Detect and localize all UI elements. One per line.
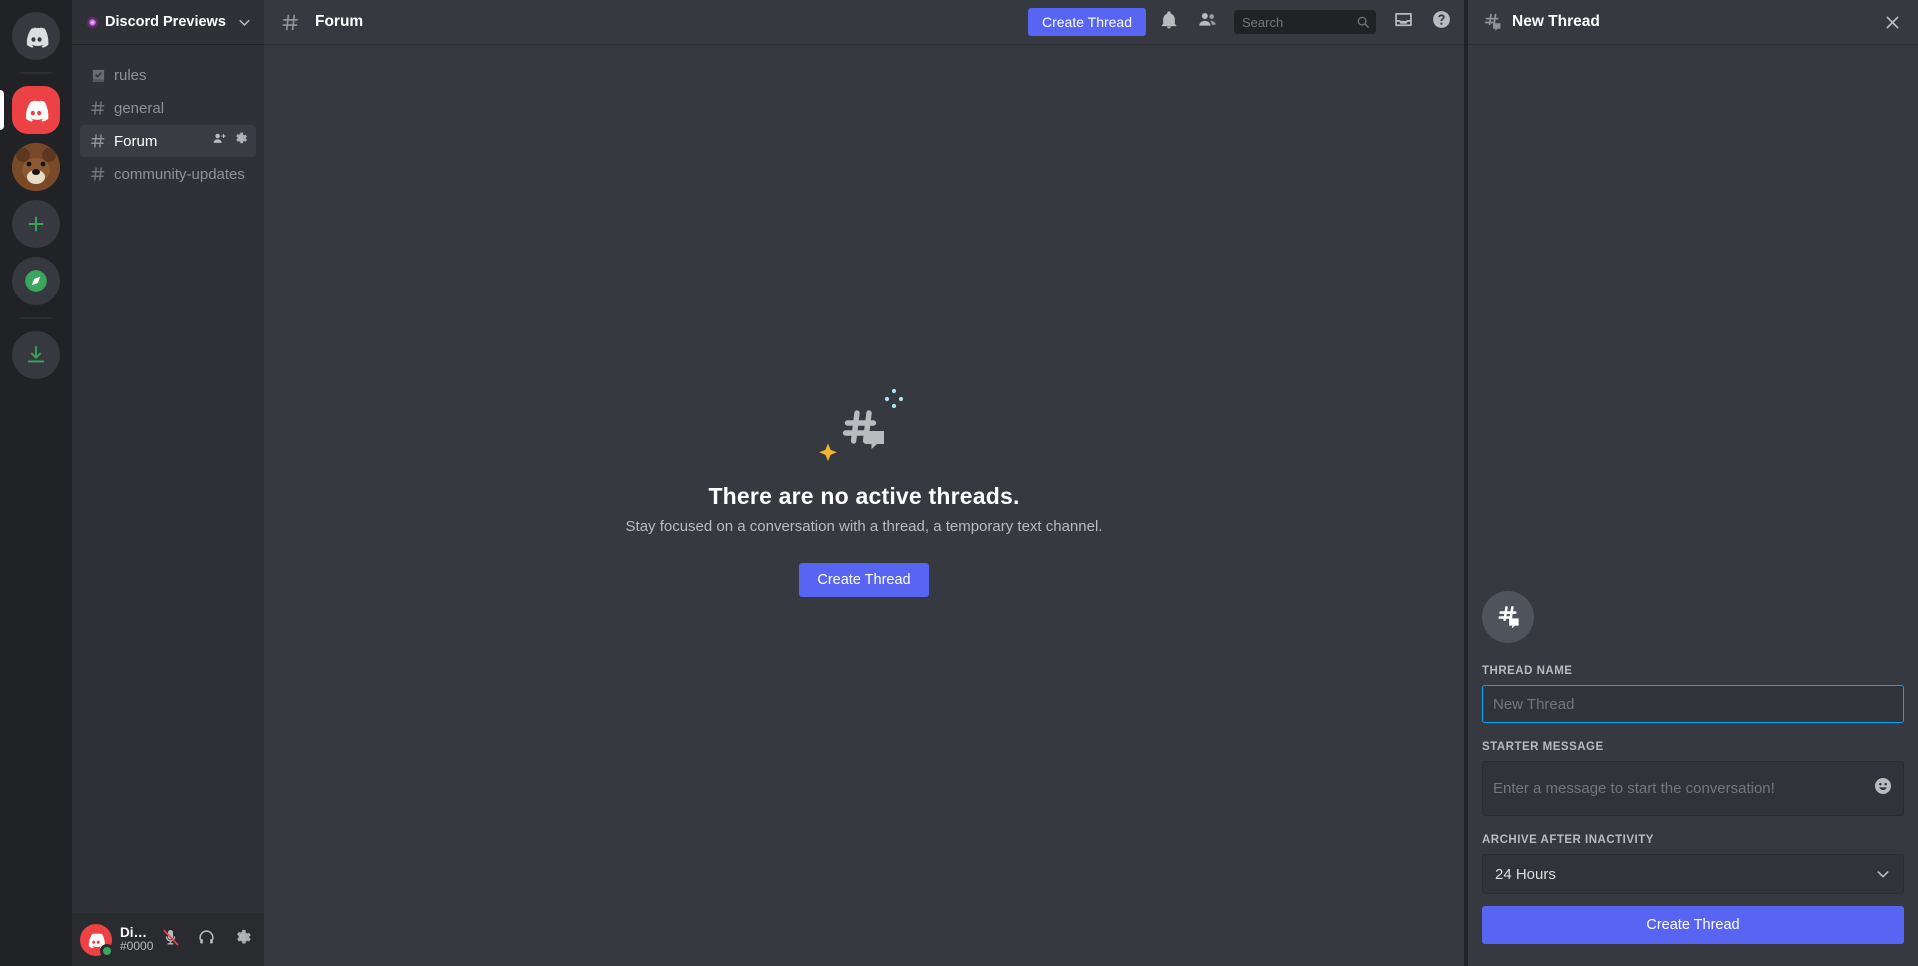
page-title: Forum — [315, 13, 364, 30]
members-icon — [1197, 9, 1218, 35]
sidebar-item-label: community-updates — [114, 165, 245, 183]
notification-settings-button[interactable] — [1154, 7, 1184, 37]
sidebar-item-general[interactable]: general — [80, 92, 256, 124]
rail-item-download-apps[interactable] — [0, 331, 72, 379]
archive-duration-value: 24 Hours — [1495, 865, 1556, 883]
sidebar-item-label: rules — [114, 66, 147, 84]
hash-icon — [88, 99, 108, 117]
rail-item-explore-servers[interactable] — [0, 257, 72, 305]
forum-thread-icon — [842, 410, 884, 449]
channel-topbar: Forum Create Thread Search — [264, 0, 1464, 44]
thread-name-label: THREAD NAME — [1482, 665, 1573, 677]
panel-create-thread-button[interactable]: Create Thread — [1482, 906, 1904, 944]
rail-item-add-server[interactable] — [0, 200, 72, 248]
thread-browser-content: There are no active threads. Stay focuse… — [264, 44, 1464, 966]
thread-name-input[interactable] — [1482, 685, 1904, 723]
server-header[interactable]: Discord Previews — [72, 0, 264, 44]
create-thread-button[interactable]: Create Thread — [1027, 8, 1146, 36]
server-name: Discord Previews — [105, 14, 226, 30]
rail-item-server-discord-previews[interactable] — [0, 86, 72, 134]
compass-icon — [12, 257, 60, 305]
plus-icon — [12, 200, 60, 248]
headphones-icon — [197, 928, 216, 952]
new-thread-panel: New Thread THREAD NAME STARTER MESSAGE E… — [1468, 0, 1918, 966]
mute-microphone-button[interactable] — [156, 926, 184, 954]
channel-sidebar: Discord Previews rules general Forum com… — [72, 0, 264, 966]
forum-thread-icon — [1482, 12, 1503, 33]
sidebar-item-community-updates[interactable]: community-updates — [80, 158, 256, 190]
new-thread-form: THREAD NAME STARTER MESSAGE Enter a mess… — [1468, 44, 1918, 966]
user-discriminator: #0000 — [120, 939, 154, 954]
channel-list: rules general Forum community-updates — [72, 44, 264, 913]
server-boost-icon — [86, 16, 99, 29]
main-content: Forum Create Thread Search There are no … — [264, 0, 1464, 966]
channel-hover-actions — [212, 131, 248, 151]
download-icon — [12, 331, 60, 379]
active-server-indicator — [0, 90, 4, 130]
close-icon[interactable] — [1883, 13, 1902, 32]
empty-state-create-thread-button[interactable]: Create Thread — [799, 563, 929, 597]
discord-app: Discord Previews rules general Forum com… — [0, 0, 1918, 966]
sidebar-item-label: Forum — [114, 132, 158, 150]
create-invite-icon[interactable] — [212, 131, 227, 151]
starter-message-label: STARTER MESSAGE — [1482, 741, 1604, 753]
empty-state: There are no active threads. Stay focuse… — [554, 373, 1174, 597]
gear-icon — [233, 928, 252, 952]
help-button[interactable] — [1426, 7, 1456, 37]
server-icon-discord-previews — [12, 86, 60, 134]
sparkle-blue-icon — [884, 388, 904, 409]
bell-icon — [1159, 10, 1179, 35]
chevron-down-icon — [237, 15, 252, 30]
user-name: Discord Pre... — [120, 924, 148, 940]
emoji-picker-button[interactable] — [1873, 776, 1893, 801]
user-settings-button[interactable] — [228, 926, 256, 954]
member-list-button[interactable] — [1192, 7, 1222, 37]
rail-divider-2 — [20, 317, 52, 319]
panel-title: New Thread — [1512, 13, 1600, 30]
status-badge-online — [100, 943, 114, 958]
sidebar-item-rules[interactable]: rules — [80, 59, 256, 91]
channel-settings-gear-icon[interactable] — [233, 131, 248, 151]
sidebar-item-forum[interactable]: Forum — [80, 125, 256, 157]
sidebar-item-label: general — [114, 99, 165, 117]
thread-avatar-icon — [1482, 591, 1534, 643]
microphone-muted-icon — [161, 928, 180, 952]
hash-icon — [280, 12, 301, 33]
search-icon — [1356, 15, 1370, 29]
search-input[interactable]: Search — [1234, 10, 1376, 34]
rules-channel-icon — [88, 67, 108, 84]
chevron-down-icon — [1875, 866, 1891, 882]
archive-duration-select[interactable]: 24 Hours — [1482, 854, 1904, 894]
bear-avatar-icon — [12, 143, 60, 191]
field-spacer — [1482, 723, 1904, 741]
user-panel: Discord Pre... #0000 — [72, 913, 264, 966]
inbox-icon — [1393, 9, 1414, 35]
deafen-button[interactable] — [192, 926, 220, 954]
rail-item-server-bear[interactable] — [0, 143, 72, 191]
sparkle-yellow-icon — [819, 443, 837, 462]
search-placeholder: Search — [1242, 14, 1284, 30]
inbox-button[interactable] — [1388, 7, 1418, 37]
panel-header: New Thread — [1468, 0, 1918, 44]
hash-icon — [88, 132, 108, 150]
empty-state-subtitle: Stay focused on a conversation with a th… — [625, 518, 1103, 535]
server-rail — [0, 0, 72, 966]
user-info[interactable]: Discord Pre... #0000 — [120, 924, 154, 954]
rail-item-direct-messages[interactable] — [0, 12, 72, 60]
starter-message-input[interactable]: Enter a message to start the conversatio… — [1482, 761, 1904, 816]
empty-state-title: There are no active threads. — [708, 483, 1020, 509]
rail-divider — [20, 72, 52, 74]
help-circle-icon — [1431, 9, 1452, 35]
smiley-icon — [1873, 776, 1893, 801]
discord-logo-icon — [12, 12, 60, 60]
empty-state-illustration — [554, 373, 1174, 483]
hash-icon — [88, 165, 108, 183]
starter-message-placeholder: Enter a message to start the conversatio… — [1493, 780, 1775, 797]
archive-after-inactivity-label: ARCHIVE AFTER INACTIVITY — [1482, 834, 1654, 846]
avatar[interactable] — [80, 923, 114, 958]
